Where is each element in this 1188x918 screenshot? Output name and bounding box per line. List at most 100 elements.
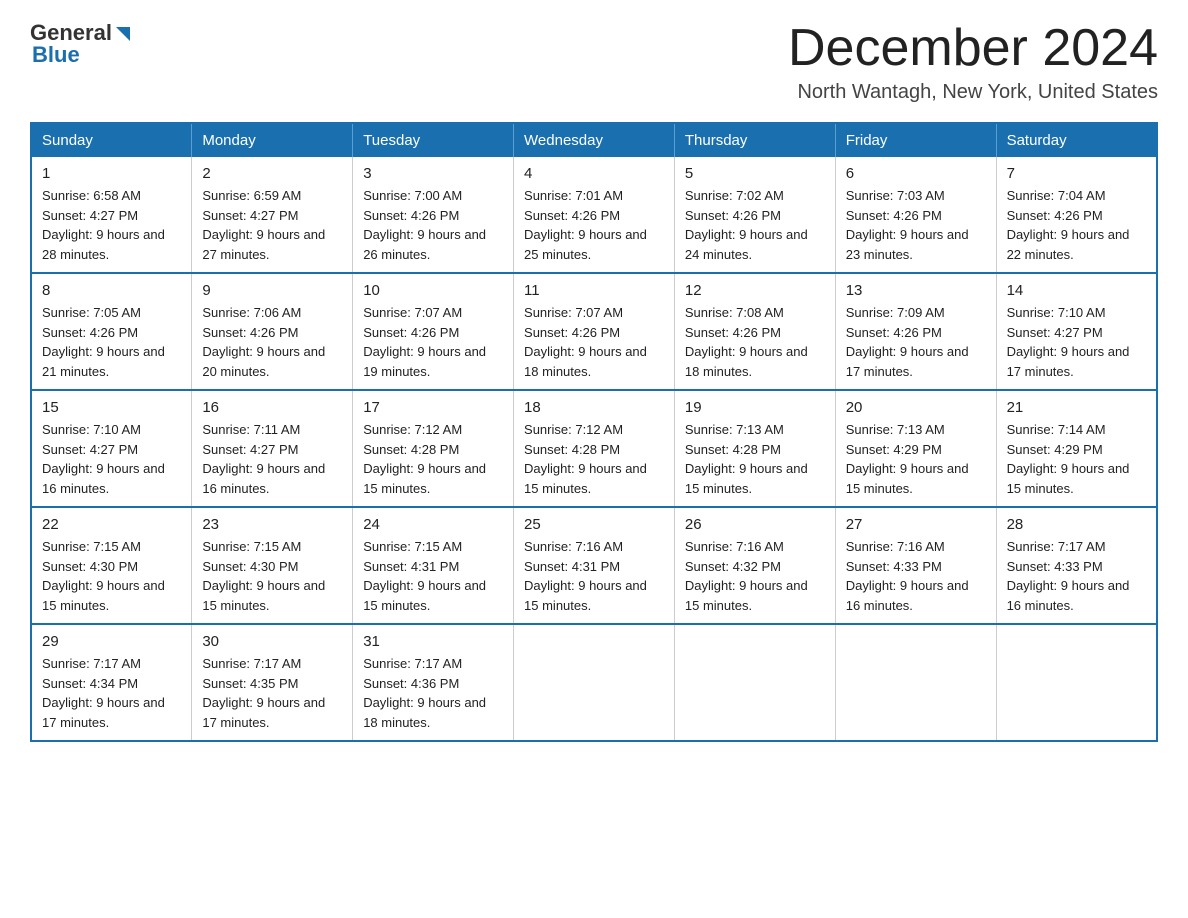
day-number: 30 (202, 633, 342, 650)
logo: General Blue (30, 20, 132, 68)
calendar-day-cell: 16 Sunrise: 7:11 AM Sunset: 4:27 PM Dayl… (192, 390, 353, 507)
calendar-day-cell: 30 Sunrise: 7:17 AM Sunset: 4:35 PM Dayl… (192, 624, 353, 741)
calendar-day-cell: 5 Sunrise: 7:02 AM Sunset: 4:26 PM Dayli… (674, 157, 835, 273)
calendar-day-cell: 25 Sunrise: 7:16 AM Sunset: 4:31 PM Dayl… (514, 507, 675, 624)
calendar-day-cell (835, 624, 996, 741)
day-number: 25 (524, 516, 664, 533)
calendar-day-cell (674, 624, 835, 741)
calendar-day-cell: 8 Sunrise: 7:05 AM Sunset: 4:26 PM Dayli… (31, 273, 192, 390)
day-number: 5 (685, 165, 825, 182)
day-header-wednesday: Wednesday (514, 123, 675, 157)
calendar-day-cell: 27 Sunrise: 7:16 AM Sunset: 4:33 PM Dayl… (835, 507, 996, 624)
day-info: Sunrise: 7:06 AM Sunset: 4:26 PM Dayligh… (202, 303, 342, 381)
calendar-day-cell (996, 624, 1157, 741)
day-info: Sunrise: 7:05 AM Sunset: 4:26 PM Dayligh… (42, 303, 181, 381)
calendar-day-cell: 17 Sunrise: 7:12 AM Sunset: 4:28 PM Dayl… (353, 390, 514, 507)
day-info: Sunrise: 7:02 AM Sunset: 4:26 PM Dayligh… (685, 186, 825, 264)
day-number: 31 (363, 633, 503, 650)
calendar-day-cell: 10 Sunrise: 7:07 AM Sunset: 4:26 PM Dayl… (353, 273, 514, 390)
day-number: 4 (524, 165, 664, 182)
day-number: 19 (685, 399, 825, 416)
day-info: Sunrise: 7:10 AM Sunset: 4:27 PM Dayligh… (1007, 303, 1146, 381)
calendar-day-cell: 29 Sunrise: 7:17 AM Sunset: 4:34 PM Dayl… (31, 624, 192, 741)
day-number: 1 (42, 165, 181, 182)
day-number: 17 (363, 399, 503, 416)
logo-blue-text: Blue (32, 42, 80, 68)
day-info: Sunrise: 6:59 AM Sunset: 4:27 PM Dayligh… (202, 186, 342, 264)
calendar-day-cell: 4 Sunrise: 7:01 AM Sunset: 4:26 PM Dayli… (514, 157, 675, 273)
day-info: Sunrise: 7:15 AM Sunset: 4:31 PM Dayligh… (363, 537, 503, 615)
calendar-header-row: SundayMondayTuesdayWednesdayThursdayFrid… (31, 123, 1157, 157)
calendar-day-cell: 24 Sunrise: 7:15 AM Sunset: 4:31 PM Dayl… (353, 507, 514, 624)
day-info: Sunrise: 7:16 AM Sunset: 4:33 PM Dayligh… (846, 537, 986, 615)
calendar-day-cell: 13 Sunrise: 7:09 AM Sunset: 4:26 PM Dayl… (835, 273, 996, 390)
day-header-monday: Monday (192, 123, 353, 157)
day-info: Sunrise: 7:13 AM Sunset: 4:29 PM Dayligh… (846, 420, 986, 498)
calendar-day-cell: 23 Sunrise: 7:15 AM Sunset: 4:30 PM Dayl… (192, 507, 353, 624)
day-number: 3 (363, 165, 503, 182)
calendar-week-row: 1 Sunrise: 6:58 AM Sunset: 4:27 PM Dayli… (31, 157, 1157, 273)
day-number: 23 (202, 516, 342, 533)
day-number: 28 (1007, 516, 1146, 533)
location-title: North Wantagh, New York, United States (788, 81, 1158, 104)
day-number: 9 (202, 282, 342, 299)
day-info: Sunrise: 7:07 AM Sunset: 4:26 PM Dayligh… (524, 303, 664, 381)
day-info: Sunrise: 7:12 AM Sunset: 4:28 PM Dayligh… (363, 420, 503, 498)
day-info: Sunrise: 7:09 AM Sunset: 4:26 PM Dayligh… (846, 303, 986, 381)
calendar-table: SundayMondayTuesdayWednesdayThursdayFrid… (30, 122, 1158, 742)
calendar-day-cell: 12 Sunrise: 7:08 AM Sunset: 4:26 PM Dayl… (674, 273, 835, 390)
calendar-day-cell: 14 Sunrise: 7:10 AM Sunset: 4:27 PM Dayl… (996, 273, 1157, 390)
day-info: Sunrise: 7:04 AM Sunset: 4:26 PM Dayligh… (1007, 186, 1146, 264)
day-info: Sunrise: 7:11 AM Sunset: 4:27 PM Dayligh… (202, 420, 342, 498)
day-info: Sunrise: 7:15 AM Sunset: 4:30 PM Dayligh… (202, 537, 342, 615)
day-header-sunday: Sunday (31, 123, 192, 157)
day-info: Sunrise: 6:58 AM Sunset: 4:27 PM Dayligh… (42, 186, 181, 264)
day-number: 8 (42, 282, 181, 299)
day-number: 24 (363, 516, 503, 533)
day-info: Sunrise: 7:17 AM Sunset: 4:34 PM Dayligh… (42, 654, 181, 732)
day-number: 29 (42, 633, 181, 650)
day-number: 26 (685, 516, 825, 533)
calendar-week-row: 8 Sunrise: 7:05 AM Sunset: 4:26 PM Dayli… (31, 273, 1157, 390)
day-info: Sunrise: 7:13 AM Sunset: 4:28 PM Dayligh… (685, 420, 825, 498)
calendar-day-cell: 1 Sunrise: 6:58 AM Sunset: 4:27 PM Dayli… (31, 157, 192, 273)
day-number: 21 (1007, 399, 1146, 416)
day-number: 14 (1007, 282, 1146, 299)
calendar-day-cell: 15 Sunrise: 7:10 AM Sunset: 4:27 PM Dayl… (31, 390, 192, 507)
calendar-week-row: 22 Sunrise: 7:15 AM Sunset: 4:30 PM Dayl… (31, 507, 1157, 624)
day-info: Sunrise: 7:17 AM Sunset: 4:36 PM Dayligh… (363, 654, 503, 732)
day-header-friday: Friday (835, 123, 996, 157)
calendar-day-cell: 22 Sunrise: 7:15 AM Sunset: 4:30 PM Dayl… (31, 507, 192, 624)
title-area: December 2024 North Wantagh, New York, U… (788, 20, 1158, 104)
calendar-day-cell: 6 Sunrise: 7:03 AM Sunset: 4:26 PM Dayli… (835, 157, 996, 273)
calendar-day-cell: 26 Sunrise: 7:16 AM Sunset: 4:32 PM Dayl… (674, 507, 835, 624)
day-info: Sunrise: 7:16 AM Sunset: 4:31 PM Dayligh… (524, 537, 664, 615)
day-number: 2 (202, 165, 342, 182)
calendar-day-cell: 21 Sunrise: 7:14 AM Sunset: 4:29 PM Dayl… (996, 390, 1157, 507)
calendar-day-cell: 7 Sunrise: 7:04 AM Sunset: 4:26 PM Dayli… (996, 157, 1157, 273)
day-number: 15 (42, 399, 181, 416)
calendar-day-cell: 9 Sunrise: 7:06 AM Sunset: 4:26 PM Dayli… (192, 273, 353, 390)
day-number: 16 (202, 399, 342, 416)
day-info: Sunrise: 7:15 AM Sunset: 4:30 PM Dayligh… (42, 537, 181, 615)
day-info: Sunrise: 7:17 AM Sunset: 4:35 PM Dayligh… (202, 654, 342, 732)
day-number: 20 (846, 399, 986, 416)
day-header-saturday: Saturday (996, 123, 1157, 157)
day-number: 6 (846, 165, 986, 182)
day-number: 7 (1007, 165, 1146, 182)
day-number: 18 (524, 399, 664, 416)
day-info: Sunrise: 7:17 AM Sunset: 4:33 PM Dayligh… (1007, 537, 1146, 615)
day-number: 27 (846, 516, 986, 533)
calendar-day-cell: 11 Sunrise: 7:07 AM Sunset: 4:26 PM Dayl… (514, 273, 675, 390)
calendar-day-cell: 18 Sunrise: 7:12 AM Sunset: 4:28 PM Dayl… (514, 390, 675, 507)
day-header-thursday: Thursday (674, 123, 835, 157)
day-info: Sunrise: 7:10 AM Sunset: 4:27 PM Dayligh… (42, 420, 181, 498)
day-info: Sunrise: 7:16 AM Sunset: 4:32 PM Dayligh… (685, 537, 825, 615)
day-number: 10 (363, 282, 503, 299)
calendar-day-cell: 2 Sunrise: 6:59 AM Sunset: 4:27 PM Dayli… (192, 157, 353, 273)
day-number: 22 (42, 516, 181, 533)
day-header-tuesday: Tuesday (353, 123, 514, 157)
day-info: Sunrise: 7:00 AM Sunset: 4:26 PM Dayligh… (363, 186, 503, 264)
calendar-day-cell: 28 Sunrise: 7:17 AM Sunset: 4:33 PM Dayl… (996, 507, 1157, 624)
calendar-day-cell: 3 Sunrise: 7:00 AM Sunset: 4:26 PM Dayli… (353, 157, 514, 273)
